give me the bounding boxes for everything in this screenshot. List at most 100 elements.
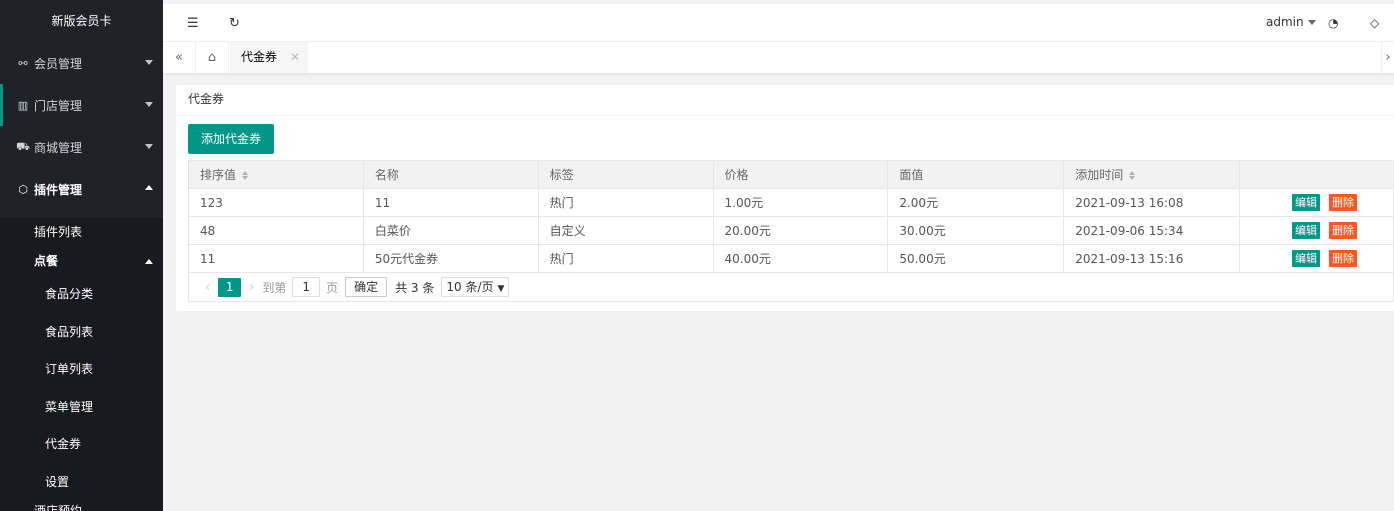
voucher-table: 排序值 名称 标签 价格 面值 添加时间 123 11 热门 1.00元 2.0… [188,160,1394,273]
page-title: 代金券 [176,85,1394,116]
tag-icon[interactable]: ◇ [1370,16,1379,30]
prev-page-icon[interactable]: ‹ [205,280,210,295]
sidebar-item-voucher[interactable]: 代金券 [0,426,163,464]
cell-time: 2021-09-06 15:34 [1063,216,1241,245]
sidebar-item-order-list[interactable]: 订单列表 [0,351,163,389]
sidebar-item-food-list[interactable]: 食品列表 [0,314,163,352]
total-count: 共 3 条 [395,280,435,295]
cell-time: 2021-09-13 15:16 [1063,244,1241,273]
edit-button[interactable]: 编辑 [1292,194,1321,211]
tab-voucher-label: 代金券 [241,50,278,64]
sort-icon[interactable] [242,171,249,180]
cell-time: 2021-09-13 16:08 [1063,188,1241,217]
theme-icon[interactable]: ◔ [1328,16,1338,30]
cell-face: 30.00元 [887,216,1065,245]
sidebar: 新版会员卡 ⚯ 会员管理 ▥ 门店管理 ⛟ 商城管理 ⬡ 插件管理 插件列表 点… [0,0,163,511]
header: ☰ ↻ admin ◔ ◇ [163,4,1394,42]
cell-tag: 自定义 [537,216,714,245]
tabs-right-icon[interactable]: › [1381,42,1394,73]
dropdown-arrow-icon: ▼ [497,284,505,294]
delete-button[interactable]: 删除 [1329,194,1358,211]
column-time[interactable]: 添加时间 [1063,160,1241,189]
tab-voucher[interactable]: 代金券 ✕ [230,42,308,73]
add-voucher-button[interactable]: 添加代金券 [188,124,275,154]
sort-icon[interactable] [1129,171,1136,180]
cell-face: 2.00元 [887,188,1065,217]
page-size-select[interactable]: 10 条/页 ▼ [441,277,510,297]
sidebar-item-plugin-list[interactable]: 插件列表 [0,218,163,247]
menu-store[interactable]: ▥ 门店管理 [0,84,163,126]
sidebar-item-hotel[interactable]: 酒店预约 [0,501,163,511]
page-input[interactable]: 1 [292,277,321,297]
column-sort[interactable]: 排序值 [188,160,364,189]
close-icon[interactable]: ✕ [290,42,300,73]
link-icon: ⚯ [18,56,28,70]
menu-mall-label: 商城管理 [34,140,83,155]
delete-button[interactable]: 删除 [1329,250,1358,267]
column-actions [1239,160,1394,189]
cell-tag: 热门 [537,244,714,273]
cell-price: 20.00元 [712,216,889,245]
column-tag: 标签 [537,160,714,189]
user-name: admin [1266,15,1304,29]
sidebar-item-dianke-label: 点餐 [34,254,59,268]
menu-plugin[interactable]: ⬡ 插件管理 [0,168,163,210]
refresh-icon[interactable]: ↻ [229,16,240,31]
store-icon: ▥ [17,98,29,112]
cell-actions: 编辑 删除 [1239,188,1394,217]
edit-button[interactable]: 编辑 [1292,222,1321,239]
confirm-button[interactable]: 确定 [345,277,388,297]
column-name: 名称 [362,160,539,189]
menu-mall[interactable]: ⛟ 商城管理 [0,126,163,168]
user-menu[interactable]: admin [1266,15,1316,29]
goto-label: 到第 [262,280,287,295]
column-face: 面值 [887,160,1065,189]
page-size-value: 10 条/页 [446,280,494,294]
next-page-icon[interactable]: › [249,280,254,295]
edit-button[interactable]: 编辑 [1292,250,1321,267]
table-row: 11 50元代金券 热门 40.00元 50.00元 2021-09-13 15… [188,244,1394,273]
content-card: 代金券 添加代金券 排序值 名称 标签 价格 面值 添加时间 123 11 热门… [176,85,1394,311]
tab-bar: « ⌂ 代金券 ✕ › [163,42,1394,74]
pagination: ‹ 1 › 到第 1 页 确定 共 3 条 10 条/页 ▼ [188,273,1394,302]
sidebar-item-dianke[interactable]: 点餐 [0,247,163,276]
cell-tag: 热门 [537,188,714,217]
cell-sort: 11 [188,244,364,273]
cell-actions: 编辑 删除 [1239,244,1394,273]
cell-actions: 编辑 删除 [1239,216,1394,245]
table-header-row: 排序值 名称 标签 价格 面值 添加时间 [188,160,1394,189]
cell-name: 白菜价 [362,216,539,245]
chevron-up-icon [145,259,153,264]
chevron-down-icon [145,102,153,107]
plugin-submenu: 插件列表 点餐 食品分类 食品列表 订单列表 菜单管理 代金券 设置 酒店预约 [0,218,163,511]
chevron-down-icon [1307,20,1316,25]
cell-name: 50元代金券 [362,244,539,273]
home-icon[interactable]: ⌂ [196,42,229,73]
current-page[interactable]: 1 [218,277,242,297]
cell-name: 11 [362,188,539,217]
cube-icon: ⬡ [18,182,28,196]
sidebar-item-settings[interactable]: 设置 [0,464,163,502]
cell-sort: 123 [188,188,364,217]
menu-fold-icon[interactable]: ☰ [187,16,199,31]
chevron-down-icon [145,144,153,149]
menu-member[interactable]: ⚯ 会员管理 [0,42,163,84]
table-row: 123 11 热门 1.00元 2.00元 2021-09-13 16:08 编… [188,188,1394,217]
sidebar-item-menu-manage[interactable]: 菜单管理 [0,389,163,427]
cell-price: 1.00元 [712,188,889,217]
table-row: 48 白菜价 自定义 20.00元 30.00元 2021-09-06 15:3… [188,216,1394,245]
cell-sort: 48 [188,216,364,245]
menu-plugin-label: 插件管理 [34,182,83,197]
sidebar-item-food-category[interactable]: 食品分类 [0,276,163,314]
app-logo[interactable]: 新版会员卡 [0,0,163,42]
cart-icon: ⛟ [16,139,30,153]
cell-face: 50.00元 [887,244,1065,273]
chevron-up-icon [145,185,153,190]
cell-price: 40.00元 [712,244,889,273]
column-price: 价格 [712,160,889,189]
chevron-down-icon [145,60,153,65]
tabs-left-icon[interactable]: « [163,42,196,73]
delete-button[interactable]: 删除 [1329,222,1358,239]
page-unit: 页 [326,280,339,295]
menu-store-label: 门店管理 [34,98,83,113]
